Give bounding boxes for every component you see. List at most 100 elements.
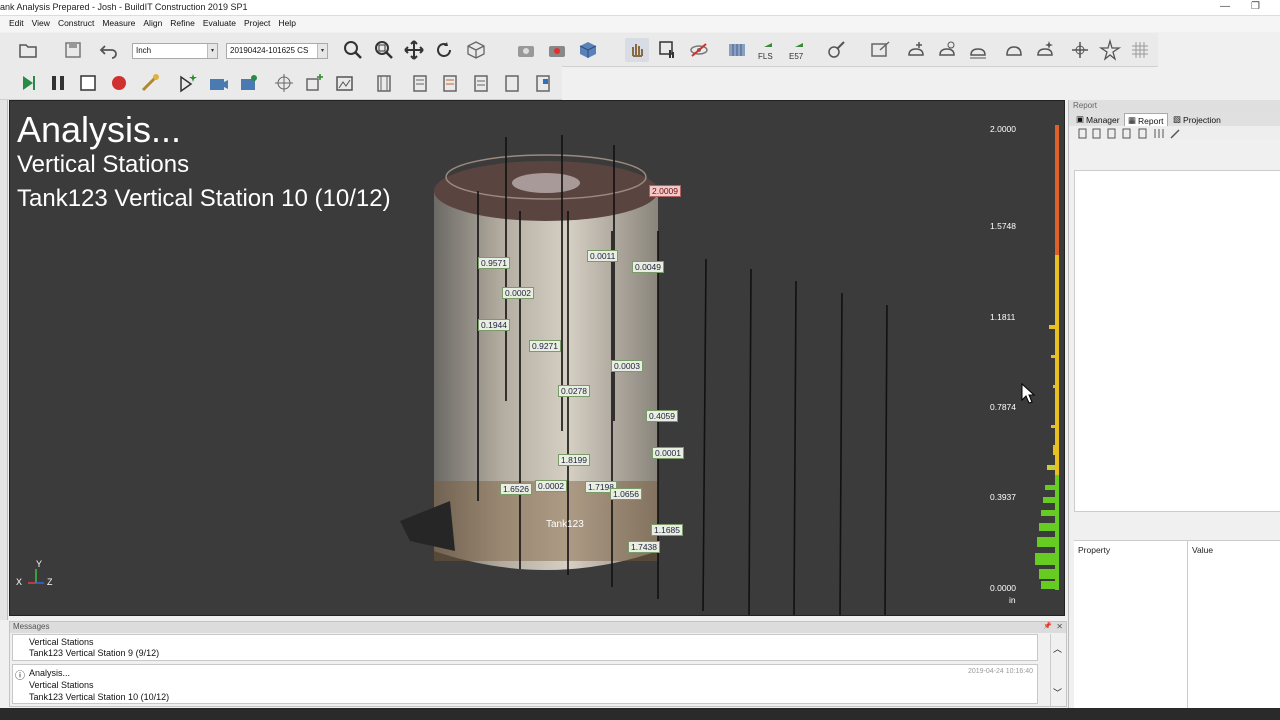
- left-dock-strip: [0, 100, 8, 620]
- cloud-segment-icon[interactable]: [1002, 38, 1026, 62]
- tab-manager[interactable]: ▣ Manager: [1073, 113, 1123, 126]
- menu-project[interactable]: Project: [240, 16, 274, 30]
- cloud-filter-icon[interactable]: [935, 38, 959, 62]
- pin-icon[interactable]: 📌: [1043, 622, 1052, 630]
- deviation-label[interactable]: 0.1944: [478, 319, 510, 331]
- pan-icon[interactable]: [402, 38, 426, 62]
- deviation-label[interactable]: 0.0002: [535, 480, 567, 492]
- window-titlebar: ank Analysis Prepared - Josh - BuildIT C…: [0, 0, 1280, 16]
- restore-button[interactable]: ❐: [1251, 1, 1260, 12]
- station-icon[interactable]: [372, 71, 396, 95]
- brush-icon[interactable]: [824, 38, 848, 62]
- axis-x-label: X: [16, 577, 23, 587]
- tab-projection[interactable]: ▧ Projection: [1170, 113, 1224, 126]
- report-c-icon[interactable]: [469, 71, 493, 95]
- deviation-label[interactable]: 1.8199: [558, 454, 590, 466]
- panel-header: Report: [1069, 100, 1280, 112]
- record-camera-icon[interactable]: [545, 38, 569, 62]
- deviation-label[interactable]: 0.0002: [502, 287, 534, 299]
- import-fls-icon[interactable]: FLS: [756, 38, 780, 62]
- deviation-label[interactable]: 0.0049: [632, 261, 664, 273]
- undo-icon[interactable]: [97, 38, 121, 62]
- report-content[interactable]: [1074, 170, 1280, 512]
- chevron-down-icon[interactable]: ﹀: [1053, 686, 1062, 699]
- select-hand-icon[interactable]: [625, 38, 649, 62]
- deviation-label[interactable]: 0.0001: [652, 447, 684, 459]
- deviation-label[interactable]: 0.9271: [529, 340, 561, 352]
- deviation-label[interactable]: 0.4059: [646, 410, 678, 422]
- minimize-button[interactable]: —: [1220, 1, 1230, 12]
- property-column-header: Property: [1078, 545, 1111, 555]
- axis-triad: Y X Z: [16, 559, 56, 593]
- menu-evaluate[interactable]: Evaluate: [199, 16, 240, 30]
- deviation-label[interactable]: 1.0656: [610, 488, 642, 500]
- box-add-icon[interactable]: [302, 71, 326, 95]
- message-entry[interactable]: Vertical Stations Tank123 Vertical Stati…: [12, 634, 1038, 661]
- cloud-cut-icon[interactable]: [966, 38, 990, 62]
- deviation-label[interactable]: 1.1685: [651, 524, 683, 536]
- star-icon[interactable]: [1098, 38, 1122, 62]
- save-icon[interactable]: [61, 38, 85, 62]
- messages-header: Messages 📌 ✕: [10, 622, 1066, 633]
- message-timestamp: 2019-04-24 10:16:40: [968, 668, 1033, 675]
- menu-construct[interactable]: Construct: [54, 16, 98, 30]
- hide-eye-icon[interactable]: [687, 38, 711, 62]
- panel-toolbar: [1069, 126, 1280, 140]
- crosshair-icon[interactable]: [272, 71, 296, 95]
- wand-icon[interactable]: [138, 71, 162, 95]
- report-b-icon[interactable]: [438, 71, 462, 95]
- tank-camera-icon[interactable]: [206, 71, 230, 95]
- menu-view[interactable]: View: [28, 16, 54, 30]
- deviation-label[interactable]: 0.0003: [611, 360, 643, 372]
- report-a-icon[interactable]: [408, 71, 432, 95]
- select-box-icon[interactable]: [656, 38, 680, 62]
- units-select[interactable]: Inch ▾: [132, 43, 218, 59]
- run-sparkle-icon[interactable]: [175, 71, 199, 95]
- menu-edit[interactable]: Edit: [5, 16, 28, 30]
- close-icon[interactable]: ✕: [1056, 622, 1063, 631]
- record-icon[interactable]: [107, 71, 131, 95]
- status-subheading: Vertical Stations: [17, 151, 190, 178]
- image-chart-icon[interactable]: [333, 71, 357, 95]
- cloud-sparkle-icon[interactable]: [1033, 38, 1057, 62]
- camera-icon[interactable]: [514, 38, 538, 62]
- menu-measure[interactable]: Measure: [98, 16, 139, 30]
- tank-name-label: Tank123: [546, 519, 584, 530]
- deviation-label[interactable]: 0.0011: [587, 250, 619, 262]
- messages-panel: Messages 📌 ✕ Vertical Stations Tank123 V…: [9, 621, 1067, 707]
- deviation-label[interactable]: 0.0278: [558, 385, 590, 397]
- report-d-icon[interactable]: [500, 71, 524, 95]
- transform-icon[interactable]: [868, 38, 892, 62]
- chevron-up-icon[interactable]: ︿: [1053, 642, 1062, 655]
- stop-icon[interactable]: [76, 71, 100, 95]
- deviation-label[interactable]: 2.0009: [649, 185, 681, 197]
- deviation-label[interactable]: 0.9571: [478, 257, 510, 269]
- cloud-add-icon[interactable]: [904, 38, 928, 62]
- manager-icon: ▣: [1076, 114, 1085, 124]
- scan-import-icon[interactable]: [725, 38, 749, 62]
- tank-scan-icon[interactable]: [237, 71, 261, 95]
- report-color-icon[interactable]: [531, 71, 555, 95]
- tab-report[interactable]: ▦ Report: [1124, 113, 1168, 127]
- 3d-viewport[interactable]: Analysis... Vertical Stations Tank123 Ve…: [9, 100, 1065, 616]
- zoom-window-icon[interactable]: [372, 38, 396, 62]
- messages-scrollbar[interactable]: ︿ ﹀: [1050, 634, 1064, 706]
- play-step-icon[interactable]: [16, 71, 40, 95]
- solid-cube-icon[interactable]: [576, 38, 600, 62]
- menu-align[interactable]: Align: [139, 16, 166, 30]
- chevron-down-icon: ▾: [207, 44, 217, 58]
- menu-help[interactable]: Help: [274, 16, 299, 30]
- target-star-icon[interactable]: [1068, 38, 1092, 62]
- zoom-extents-icon[interactable]: [341, 38, 365, 62]
- rotate-icon[interactable]: [432, 38, 456, 62]
- pause-icon[interactable]: [46, 71, 70, 95]
- message-entry[interactable]: ⓘ Analysis... Vertical Stations Tank123 …: [12, 664, 1038, 704]
- deviation-label[interactable]: 1.6526: [500, 483, 532, 495]
- menu-refine[interactable]: Refine: [166, 16, 199, 30]
- open-file-icon[interactable]: [16, 38, 40, 62]
- deviation-label[interactable]: 1.7438: [628, 541, 660, 553]
- coordinate-system-select[interactable]: 20190424-101625 CS ▾: [226, 43, 328, 59]
- import-e57-icon[interactable]: E57: [787, 38, 811, 62]
- grid-filter-icon[interactable]: [1128, 38, 1152, 62]
- view-cube-icon[interactable]: [464, 38, 488, 62]
